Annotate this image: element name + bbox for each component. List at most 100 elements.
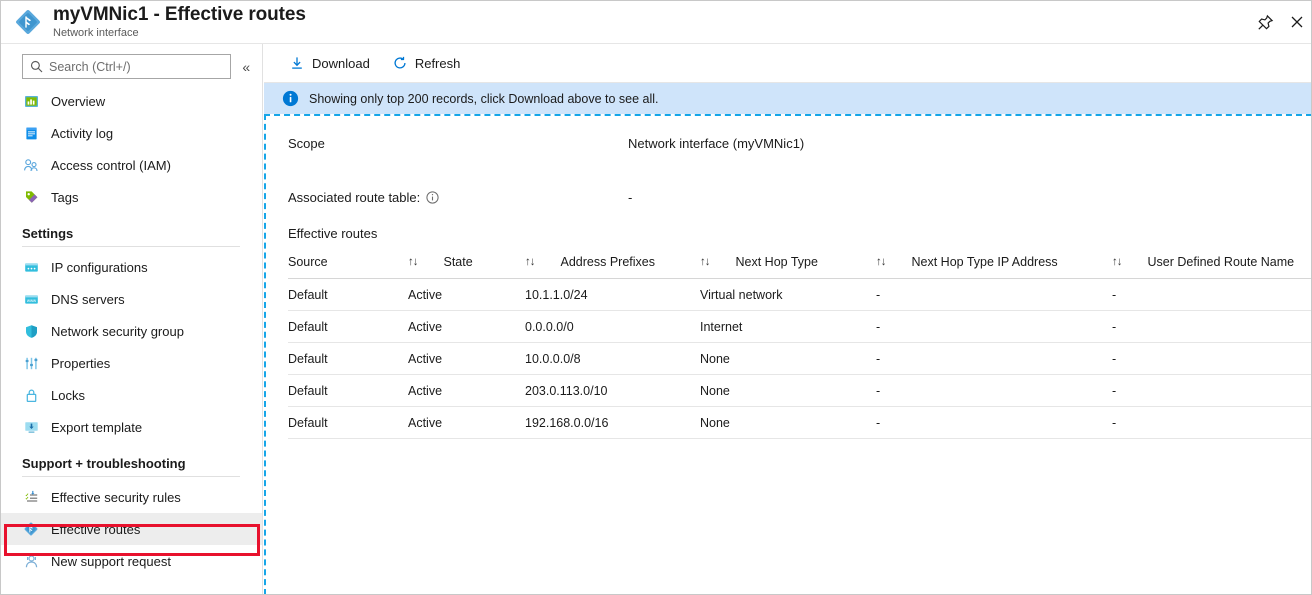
sidebar-item-tags[interactable]: Tags — [1, 181, 262, 213]
properties-icon — [22, 354, 40, 372]
cell-address-prefix: 192.168.0.0/16 — [525, 407, 700, 439]
cell-source: Default — [288, 343, 408, 375]
sidebar-section-settings: Settings — [1, 213, 262, 246]
sidebar-item-effective-routes[interactable]: Effective routes — [1, 513, 262, 545]
info-circle-icon[interactable] — [426, 191, 439, 204]
pin-icon[interactable] — [1249, 1, 1281, 44]
dns-servers-icon: www — [22, 290, 40, 308]
ip-configurations-icon — [22, 258, 40, 276]
sidebar-item-access-control[interactable]: Access control (IAM) — [1, 149, 262, 181]
sidebar-item-label: Access control (IAM) — [51, 158, 171, 173]
column-header-source[interactable]: Source — [288, 255, 408, 279]
column-header-next-hop-type[interactable]: ↑↓ Next Hop Type — [700, 255, 876, 279]
cell-source: Default — [288, 311, 408, 343]
scope-row: Scope Network interface (myVMNic1) — [288, 132, 1312, 154]
column-header-label: Next Hop Type IP Address — [912, 255, 1058, 269]
sidebar-item-overview[interactable]: Overview — [1, 85, 262, 117]
svg-text:www: www — [26, 298, 36, 303]
sidebar-item-locks[interactable]: Locks — [1, 379, 262, 411]
associated-route-table-value: - — [628, 190, 632, 205]
cell-next-hop-type: Internet — [700, 311, 876, 343]
sidebar-item-network-security-group[interactable]: Network security group — [1, 315, 262, 347]
scope-details: Scope Network interface (myVMNic1) Assoc… — [266, 116, 1312, 208]
sidebar-item-dns-servers[interactable]: www DNS servers — [1, 283, 262, 315]
titlebar-actions — [1249, 1, 1312, 43]
sort-toggle-source-icon[interactable]: ↑↓ — [408, 256, 418, 268]
sidebar-item-label: Network security group — [51, 324, 184, 339]
column-header-label: State — [444, 255, 473, 269]
page-subtitle: Network interface — [53, 26, 306, 40]
sort-toggle-state-icon[interactable]: ↑↓ — [525, 256, 535, 268]
column-header-address-prefixes[interactable]: ↑↓ Address Prefixes — [525, 255, 700, 279]
column-header-user-defined-route-name[interactable]: ↑↓ User Defined Route Name — [1112, 255, 1312, 279]
cell-udr-name: - — [1112, 279, 1312, 311]
sidebar-item-ip-configurations[interactable]: IP configurations — [1, 251, 262, 283]
cell-next-hop-ip: - — [876, 375, 1112, 407]
cell-next-hop-ip: - — [876, 311, 1112, 343]
overview-icon — [22, 92, 40, 110]
sidebar-section-divider — [22, 476, 240, 477]
blade-title-group: myVMNic1 - Effective routes Network inte… — [53, 4, 306, 40]
sidebar-item-export-template[interactable]: Export template — [1, 411, 262, 443]
cell-udr-name: - — [1112, 375, 1312, 407]
sidebar-item-properties[interactable]: Properties — [1, 347, 262, 379]
table-row[interactable]: Default Active 10.1.1.0/24 Virtual netwo… — [288, 279, 1312, 311]
sidebar-search-row: « — [1, 44, 262, 85]
collapse-sidebar-button[interactable]: « — [238, 57, 254, 77]
column-header-label: Address Prefixes — [561, 255, 655, 269]
sidebar-item-label: New support request — [51, 554, 171, 569]
cell-state: Active — [408, 375, 525, 407]
table-row[interactable]: Default Active 10.0.0.0/8 None - - — [288, 343, 1312, 375]
sidebar-main-nav: Overview Activity log — [1, 85, 262, 213]
refresh-icon — [392, 55, 408, 71]
cell-address-prefix: 0.0.0.0/0 — [525, 311, 700, 343]
close-icon[interactable] — [1281, 1, 1312, 44]
cell-address-prefix: 10.0.0.0/8 — [525, 343, 700, 375]
sidebar-item-label: IP configurations — [51, 260, 148, 275]
effective-security-rules-icon — [22, 488, 40, 506]
search-input[interactable] — [49, 56, 229, 77]
sidebar-settings-nav: IP configurations www DNS servers — [1, 251, 262, 443]
cell-state: Active — [408, 279, 525, 311]
associated-route-table-label-group: Associated route table: — [288, 190, 628, 205]
sort-toggle-address-prefixes-icon[interactable]: ↑↓ — [700, 256, 710, 268]
column-header-state[interactable]: ↑↓ State — [408, 255, 525, 279]
table-row[interactable]: Default Active 203.0.113.0/10 None - - — [288, 375, 1312, 407]
search-box[interactable] — [22, 54, 231, 79]
column-header-label: User Defined Route Name — [1148, 255, 1295, 269]
sidebar-item-label: Effective security rules — [51, 490, 181, 505]
support-request-icon — [22, 552, 40, 570]
blade-titlebar: myVMNic1 - Effective routes Network inte… — [1, 1, 1312, 44]
scope-value: Network interface (myVMNic1) — [628, 136, 804, 151]
cell-udr-name: - — [1112, 407, 1312, 439]
table-row[interactable]: Default Active 0.0.0.0/0 Internet - - — [288, 311, 1312, 343]
sort-toggle-next-hop-type-icon[interactable]: ↑↓ — [876, 256, 886, 268]
sidebar-item-label: Properties — [51, 356, 110, 371]
info-banner: Showing only top 200 records, click Down… — [264, 83, 1312, 114]
sidebar-item-activity-log[interactable]: Activity log — [1, 117, 262, 149]
column-header-label: Next Hop Type — [736, 255, 818, 269]
download-button[interactable]: Download — [280, 48, 379, 78]
info-icon — [282, 90, 299, 107]
azure-portal-blade: myVMNic1 - Effective routes Network inte… — [0, 0, 1312, 595]
sidebar-support-nav: Effective security rules Effective route — [1, 481, 262, 577]
cell-next-hop-type: None — [700, 375, 876, 407]
sidebar-item-new-support-request[interactable]: New support request — [1, 545, 262, 577]
sort-toggle-next-hop-ip-icon[interactable]: ↑↓ — [1112, 256, 1122, 268]
column-header-next-hop-type-ip-address[interactable]: ↑↓ Next Hop Type IP Address — [876, 255, 1112, 279]
cell-state: Active — [408, 343, 525, 375]
cell-source: Default — [288, 407, 408, 439]
tags-icon — [22, 188, 40, 206]
cell-source: Default — [288, 375, 408, 407]
shield-icon — [22, 322, 40, 340]
sidebar-item-effective-security-rules[interactable]: Effective security rules — [1, 481, 262, 513]
cell-next-hop-ip: - — [876, 279, 1112, 311]
spacer — [288, 154, 1312, 186]
cell-next-hop-type: None — [700, 343, 876, 375]
refresh-button[interactable]: Refresh — [383, 48, 470, 78]
table-header-row: Source ↑↓ State ↑↓ Addre — [288, 255, 1312, 279]
table-row[interactable]: Default Active 192.168.0.0/16 None - - — [288, 407, 1312, 439]
cell-udr-name: - — [1112, 311, 1312, 343]
cell-udr-name: - — [1112, 343, 1312, 375]
route-diamond-icon — [13, 7, 43, 37]
